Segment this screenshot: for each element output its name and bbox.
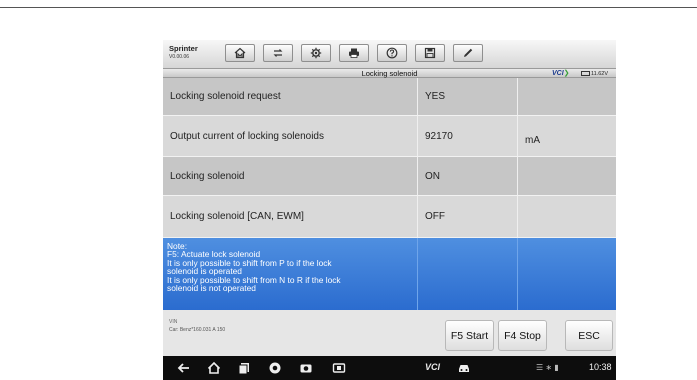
battery-voltage: 11.62V (581, 70, 608, 78)
voltage-value: 11.62V (591, 71, 609, 77)
status-icons: ☰ ∗ ▮ (536, 363, 559, 372)
table-row[interactable]: Locking solenoid [CAN, EWM] OFF (163, 196, 616, 238)
column-divider (417, 238, 418, 310)
parameter-name: Output current of locking solenoids (170, 130, 324, 142)
vehicle-swap-icon (273, 49, 283, 57)
vci-status: VCI❯ (552, 69, 570, 78)
gear-icon (310, 47, 322, 59)
vehicle-swap-button[interactable] (263, 44, 293, 62)
table-row[interactable]: Locking solenoid request YES (163, 78, 616, 116)
help-icon (386, 47, 398, 59)
car-icon (459, 365, 469, 372)
column-divider (517, 238, 518, 310)
vehicle-button[interactable] (457, 361, 471, 375)
app-version: V0.00.06 (169, 54, 190, 60)
print-button[interactable] (339, 44, 369, 62)
f4-stop-button[interactable]: F4 Stop (498, 320, 547, 351)
back-icon (177, 363, 189, 373)
note-row[interactable]: Note: F5: Actuate lock solenoid It is on… (163, 238, 616, 310)
tablet-screen: Sprinter V0.00.06 Locking solenoid VCI❯ … (163, 40, 616, 380)
parameter-unit (517, 157, 616, 195)
battery-level-icon: ▮ (554, 363, 559, 372)
parameter-value: 92170 (417, 116, 517, 156)
back-button[interactable] (177, 361, 191, 375)
screen-mirror-button[interactable] (332, 361, 346, 375)
print-icon (349, 48, 359, 58)
bluetooth-icon: ∗ (545, 363, 553, 372)
footer: VIN Car: Benz*160.031 A 150 F5 Start F4 … (163, 310, 616, 356)
camera-button[interactable] (299, 361, 313, 375)
table-row[interactable]: Locking solenoid ON (163, 157, 616, 196)
page-title: Locking solenoid (361, 69, 418, 78)
system-nav-bar: VCI ☰ ∗ ▮ 10:38 (163, 356, 616, 380)
vin-label: VIN (169, 319, 178, 325)
clock: 10:38 (589, 362, 612, 372)
home-button[interactable] (225, 44, 255, 62)
esc-button[interactable]: ESC (565, 320, 613, 351)
home-icon (234, 47, 246, 59)
screen-header: Locking solenoid VCI❯ 11.62V (163, 68, 616, 78)
battery-icon (581, 71, 590, 76)
table-row[interactable]: Output current of locking solenoids 9217… (163, 116, 616, 157)
vci-nav-label[interactable]: VCI (425, 362, 440, 372)
parameter-unit (517, 78, 616, 115)
browser-button[interactable] (268, 361, 282, 375)
page-top-rule (0, 7, 697, 8)
parameter-name: Locking solenoid [CAN, EWM] (170, 211, 304, 222)
recent-apps-icon (238, 363, 249, 375)
parameter-name: Locking solenoid request (170, 91, 281, 102)
f5-start-button[interactable]: F5 Start (445, 320, 494, 351)
pencil-icon (464, 48, 473, 57)
edit-button[interactable] (453, 44, 483, 62)
recent-apps-button[interactable] (237, 361, 251, 375)
note-line: solenoid is not operated (167, 283, 256, 294)
wifi-icon: ☰ (536, 363, 544, 372)
parameter-name: Locking solenoid (170, 170, 245, 182)
vci-signal-icon: ❯ (563, 70, 570, 77)
note-text: Note: F5: Actuate lock solenoid It is on… (167, 242, 415, 294)
help-button[interactable] (377, 44, 407, 62)
save-icon (424, 47, 436, 59)
parameter-value: OFF (417, 196, 517, 237)
app-name: Sprinter (169, 44, 198, 53)
home-icon (207, 361, 221, 374)
parameter-unit: mA (517, 116, 616, 156)
parameter-unit (517, 196, 616, 237)
settings-button[interactable] (301, 44, 331, 62)
camera-icon (300, 364, 312, 373)
screen-mirror-icon (332, 363, 346, 373)
title-bar: Sprinter V0.00.06 (163, 40, 616, 68)
vehicle-info: Car: Benz*160.031 A 150 (169, 327, 226, 333)
parameter-value: ON (417, 157, 517, 195)
chrome-icon (269, 362, 281, 374)
home-nav-button[interactable] (207, 361, 221, 375)
parameter-value: YES (417, 78, 517, 115)
vci-label: VCI (552, 70, 564, 77)
save-button[interactable] (415, 44, 445, 62)
